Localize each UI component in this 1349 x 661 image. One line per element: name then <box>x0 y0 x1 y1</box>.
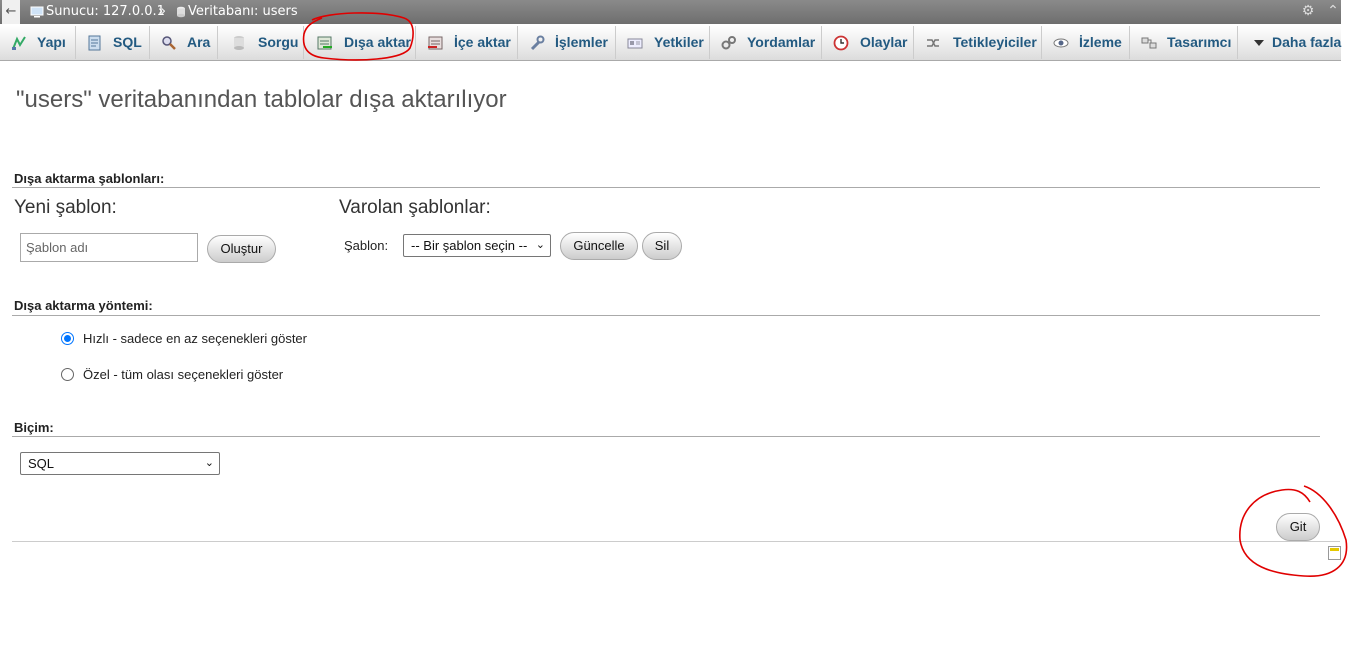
breadcrumb-server-label: Sunucu: 127.0.0.1 <box>46 4 165 19</box>
wrench-icon <box>530 35 545 51</box>
update-template-button[interactable]: Güncelle <box>560 232 638 260</box>
query-icon <box>234 36 244 50</box>
back-arrow-icon[interactable]: ← <box>2 0 20 24</box>
format-select[interactable]: SQL ⌄ <box>20 452 220 475</box>
tab-sql-label: SQL <box>113 34 142 50</box>
tab-export[interactable]: Dışa aktar <box>304 26 416 59</box>
routines-icon <box>721 36 736 50</box>
method-section-label: Dışa aktarma yöntemi: <box>14 298 153 313</box>
export-icon <box>317 36 332 50</box>
tab-events-label: Olaylar <box>860 34 908 50</box>
caret-down-icon <box>1254 40 1264 46</box>
search-icon <box>162 36 176 50</box>
tab-routines-label: Yordamlar <box>747 34 816 50</box>
delete-template-button[interactable]: Sil <box>642 232 682 260</box>
chevron-down-icon: ⌄ <box>204 457 214 469</box>
tab-tracking[interactable]: İzleme <box>1042 26 1130 59</box>
breadcrumb-separator: » <box>158 4 166 19</box>
tab-operations[interactable]: İşlemler <box>518 26 616 59</box>
tab-sql[interactable]: SQL <box>76 26 150 59</box>
footer-divider <box>12 541 1340 542</box>
template-select[interactable]: -- Bir şablon seçin -- ⌄ <box>403 234 551 257</box>
privileges-icon <box>627 38 643 49</box>
quick-method-label[interactable]: Hızlı - sadece en az seçenekleri göster <box>83 331 307 346</box>
tab-operations-label: İşlemler <box>555 34 608 50</box>
triggers-icon <box>927 39 939 47</box>
chevron-down-icon: ⌄ <box>535 239 545 251</box>
format-divider <box>12 436 1320 437</box>
tab-privileges[interactable]: Yetkiler <box>616 26 710 59</box>
import-icon <box>428 36 443 50</box>
new-template-heading: Yeni şablon: <box>14 197 117 218</box>
template-select-value: -- Bir şablon seçin -- <box>411 238 528 253</box>
sql-icon <box>88 35 101 51</box>
designer-icon <box>1141 37 1157 49</box>
tab-more[interactable]: Daha fazla <box>1238 26 1341 59</box>
format-section-label: Biçim: <box>14 420 54 435</box>
template-name-input[interactable] <box>20 233 198 262</box>
templates-divider <box>12 187 1320 188</box>
settings-gear-icon[interactable]: ⚙ <box>1300 3 1316 19</box>
tab-query-label: Sorgu <box>258 34 299 50</box>
clock-icon <box>833 35 849 51</box>
tab-structure[interactable]: Yapı <box>0 26 76 59</box>
tab-search[interactable]: Ara <box>150 26 218 59</box>
tab-designer-label: Tasarımcı <box>1167 34 1232 50</box>
tab-tracking-label: İzleme <box>1079 34 1122 50</box>
format-select-value: SQL <box>28 456 55 471</box>
eye-icon <box>1053 38 1069 48</box>
custom-method-radio[interactable] <box>61 368 74 381</box>
collapse-icon[interactable]: ⌃ <box>1325 3 1341 19</box>
tab-routines[interactable]: Yordamlar <box>710 26 822 59</box>
tab-designer[interactable]: Tasarımcı <box>1130 26 1238 59</box>
template-select-label: Şablon: <box>344 238 389 253</box>
tab-events[interactable]: Olaylar <box>822 26 914 59</box>
breadcrumb-bar: ← Sunucu: 127.0.0.1 » Veritabanı: users … <box>0 0 1341 24</box>
tab-search-label: Ara <box>187 34 211 50</box>
templates-section-label: Dışa aktarma şablonları: <box>14 171 165 186</box>
tab-privileges-label: Yetkiler <box>654 34 704 50</box>
go-button[interactable]: Git <box>1276 513 1320 541</box>
console-icon[interactable] <box>1328 546 1341 560</box>
tab-query[interactable]: Sorgu <box>218 26 304 59</box>
tab-more-label: Daha fazla <box>1272 34 1342 50</box>
breadcrumb-server[interactable]: Sunucu: 127.0.0.1 <box>30 0 165 24</box>
structure-icon <box>12 36 26 50</box>
existing-templates-heading: Varolan şablonlar: <box>339 197 491 218</box>
tab-triggers-label: Tetikleyiciler <box>953 34 1037 50</box>
tab-import[interactable]: İçe aktar <box>416 26 518 59</box>
tab-structure-label: Yapı <box>37 34 66 50</box>
tab-export-label: Dışa aktar <box>344 34 411 50</box>
database-icon <box>177 6 185 17</box>
breadcrumb-database[interactable]: Veritabanı: users <box>176 0 298 24</box>
tab-import-label: İçe aktar <box>454 34 511 50</box>
quick-method-radio[interactable] <box>61 332 74 345</box>
server-icon <box>30 6 44 17</box>
custom-method-label[interactable]: Özel - tüm olası seçenekleri göster <box>83 367 283 382</box>
method-divider <box>12 315 1320 316</box>
create-template-button[interactable]: Oluştur <box>207 235 276 263</box>
main-tab-bar: Yapı SQL Ara Sorgu Dışa aktar İçe aktar … <box>0 26 1341 61</box>
tab-triggers[interactable]: Tetikleyiciler <box>914 26 1042 59</box>
page-title: "users" veritabanından tablolar dışa akt… <box>16 86 507 113</box>
breadcrumb-database-label: Veritabanı: users <box>188 4 298 19</box>
